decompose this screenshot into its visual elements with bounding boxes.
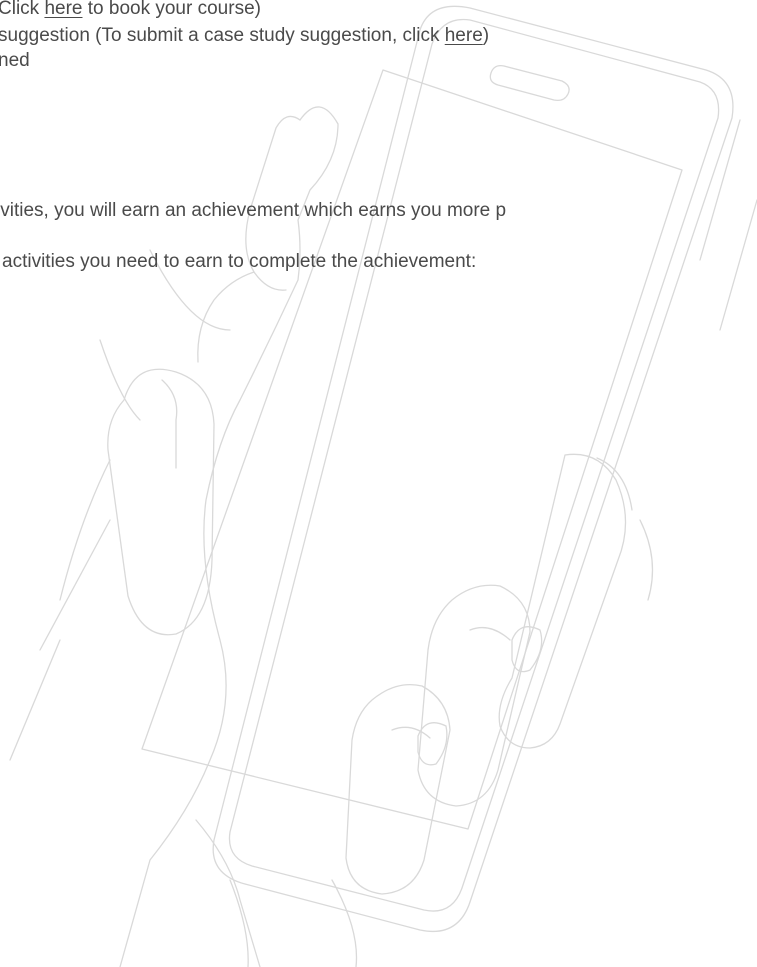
- submit-case-study-link[interactable]: here: [445, 25, 483, 46]
- truncated-line: ned: [0, 50, 30, 71]
- booking-line-suffix: to book your course): [82, 0, 261, 19]
- booking-line-prefix: Click: [0, 0, 45, 19]
- case-study-line-prefix: suggestion (To submit a case study sugge…: [0, 25, 445, 46]
- book-course-link[interactable]: here: [44, 0, 82, 19]
- booking-line: Click here to book your course): [0, 0, 261, 21]
- case-study-line-suffix: ): [482, 25, 490, 46]
- achievement-requirements-line: activities you need to earn to complete …: [2, 251, 477, 272]
- achievement-description-line: ivities, you will earn an achievement wh…: [0, 200, 507, 221]
- content-text-area: Click here to book your course) suggesti…: [0, 0, 757, 967]
- case-study-line: suggestion (To submit a case study sugge…: [0, 24, 489, 48]
